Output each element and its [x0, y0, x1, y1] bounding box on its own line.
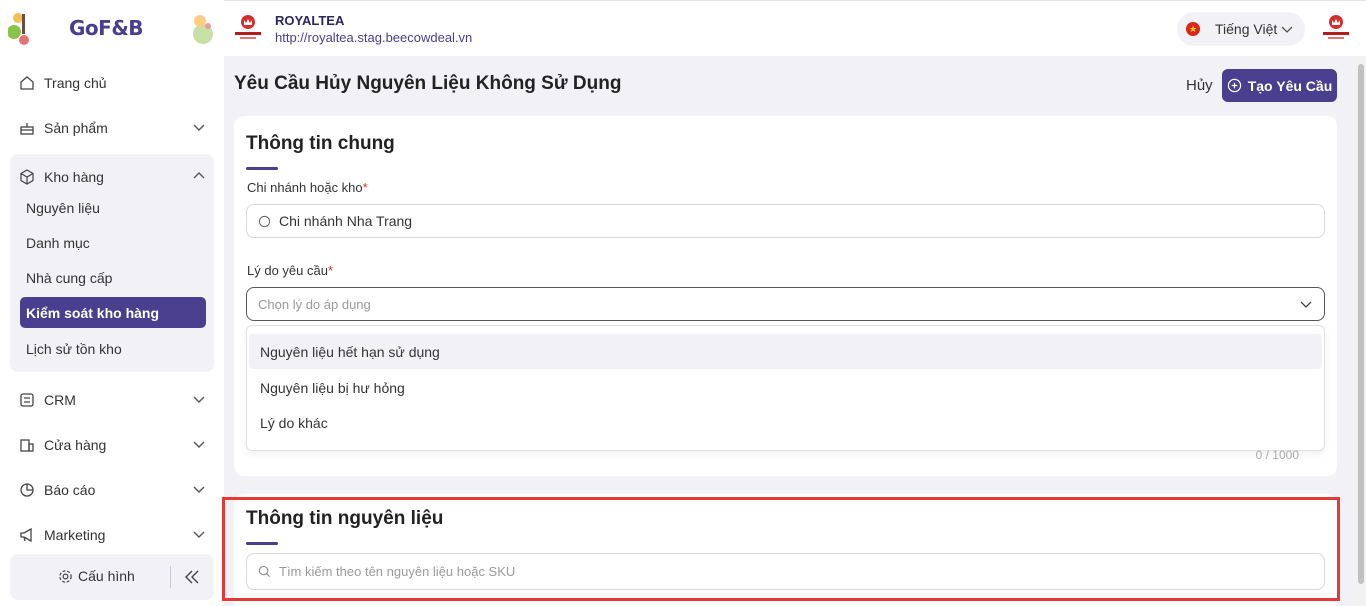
store-logo [235, 15, 261, 39]
branch-select[interactable]: Chi nhánh Nha Trang [246, 204, 1325, 238]
box-icon [18, 168, 36, 186]
reason-label-text: Lý do yêu cầu [247, 263, 328, 278]
chevron-down-icon [193, 396, 205, 403]
vietnam-flag-icon: ★ [1186, 22, 1200, 36]
sidebar-item-label: Cửa hàng [44, 436, 107, 453]
page-scrollbar[interactable] [1356, 56, 1366, 606]
branch-value: Chi nhánh Nha Trang [279, 213, 413, 229]
top-bar: ROYALTEA http://royaltea.stag.beecowdeal… [224, 0, 1366, 56]
store-url-link[interactable]: http://royaltea.stag.beecowdeal.vn [275, 30, 472, 45]
reason-option-expired[interactable]: Nguyên liệu hết hạn sử dụng [249, 334, 1322, 369]
sidebar-item-label: Trang chủ [44, 74, 107, 91]
reason-select[interactable]: Chọn lý do áp dụng [246, 287, 1325, 321]
sidebar-item-crm[interactable]: CRM [10, 377, 214, 422]
title-underline [246, 542, 278, 545]
sidebar-subitem-stock-history[interactable]: Lịch sử tồn kho [20, 333, 206, 364]
sidebar-subitem-inventory-control[interactable]: Kiểm soát kho hàng [20, 297, 206, 328]
branch-label: Chi nhánh hoặc kho* [247, 180, 368, 195]
reason-placeholder: Chọn lý do áp dụng [258, 296, 371, 312]
ingredient-info-card: Thông tin nguyên liệu Tìm kiếm theo tên … [234, 494, 1337, 606]
sidebar: GoF&B Trang chủ Sản phẩm Kho hàng Nguyên… [0, 0, 224, 606]
chevron-down-icon [193, 124, 205, 131]
section-title: Thông tin nguyên liệu [246, 508, 444, 529]
home-icon [18, 74, 36, 92]
gear-icon [59, 569, 72, 583]
title-underline [246, 167, 278, 170]
sidebar-item-marketing[interactable]: Marketing [10, 512, 214, 557]
scrollbar-thumb[interactable] [1358, 64, 1364, 584]
sidebar-item-reports[interactable]: Báo cáo [10, 467, 214, 512]
note-char-counter: 0 / 1000 [1255, 448, 1299, 462]
ingredient-search-input[interactable]: Tìm kiếm theo tên nguyên liệu hoặc SKU [246, 553, 1325, 590]
cake-icon [18, 119, 36, 137]
sidebar-item-label: CRM [44, 391, 76, 408]
store-name: ROYALTEA [275, 13, 345, 28]
warehouse-group: Kho hàng Nguyên liệu Danh mục Nhà cung c… [10, 154, 214, 372]
nav-top: Trang chủ Sản phẩm [10, 60, 214, 150]
reason-option-damaged[interactable]: Nguyên liệu bị hư hỏng [249, 370, 1322, 405]
sidebar-item-products[interactable]: Sản phẩm [10, 105, 214, 150]
list-icon [18, 391, 36, 409]
reason-option-other[interactable]: Lý do khác [249, 405, 1322, 440]
page-title: Yêu Cầu Hủy Nguyên Liệu Không Sử Dụng [234, 73, 622, 94]
reason-dropdown-menu: Nguyên liệu hết hạn sử dụng Nguyên liệu … [246, 325, 1325, 451]
brand: GoF&B [0, 0, 224, 56]
decorative-tea-icon [193, 15, 213, 44]
search-placeholder: Tìm kiếm theo tên nguyên liệu hoặc SKU [279, 564, 516, 579]
cancel-button[interactable]: Hủy [1186, 77, 1213, 94]
required-marker: * [327, 263, 334, 278]
megaphone-icon [18, 526, 36, 544]
chevron-down-icon [1281, 26, 1293, 33]
sidebar-subitem-ingredients[interactable]: Nguyên liệu [20, 192, 206, 223]
account-avatar[interactable] [1320, 11, 1352, 43]
decorative-fruit-icon [8, 13, 29, 45]
sidebar-item-home[interactable]: Trang chủ [10, 60, 214, 105]
sidebar-item-stores[interactable]: Cửa hàng [10, 422, 214, 467]
section-title: Thông tin chung [246, 133, 395, 154]
config-label: Cấu hình [78, 568, 135, 584]
language-selector[interactable]: ★ Tiếng Việt [1177, 12, 1305, 46]
branch-label-text: Chi nhánh hoặc kho [247, 180, 363, 195]
language-label: Tiếng Việt [1215, 21, 1278, 37]
reason-label: Lý do yêu cầu* [247, 263, 333, 278]
general-info-card: Thông tin chung Chi nhánh hoặc kho* Chi … [234, 116, 1337, 476]
nav-bottom: CRM Cửa hàng Báo cáo Marketing [10, 377, 214, 557]
collapse-sidebar-icon[interactable] [182, 568, 202, 586]
chevron-down-icon [1300, 301, 1312, 308]
sidebar-item-label: Kho hàng [44, 168, 104, 185]
chevron-up-icon [193, 172, 205, 179]
required-marker: * [362, 180, 368, 195]
search-icon [258, 565, 271, 578]
chevron-down-icon [193, 486, 205, 493]
sidebar-item-label: Báo cáo [44, 481, 96, 498]
sidebar-footer: Cấu hình [10, 554, 214, 600]
sidebar-subitem-categories[interactable]: Danh mục [20, 227, 206, 258]
config-button[interactable]: Cấu hình [58, 568, 135, 584]
divider [170, 566, 171, 588]
plus-circle-icon [1227, 78, 1241, 93]
chevron-down-icon [193, 441, 205, 448]
sidebar-item-label: Sản phẩm [44, 119, 108, 136]
create-request-button[interactable]: Tạo Yêu Cầu [1222, 69, 1337, 102]
radio-circle-icon [258, 215, 271, 227]
app-logo[interactable]: GoF&B [69, 16, 144, 40]
pie-chart-icon [18, 481, 36, 499]
chevron-down-icon [193, 531, 205, 538]
sidebar-subitem-suppliers[interactable]: Nhà cung cấp [20, 262, 206, 293]
store-icon [18, 436, 36, 454]
sidebar-item-label: Marketing [44, 526, 106, 543]
create-request-label: Tạo Yêu Cầu [1247, 77, 1333, 94]
